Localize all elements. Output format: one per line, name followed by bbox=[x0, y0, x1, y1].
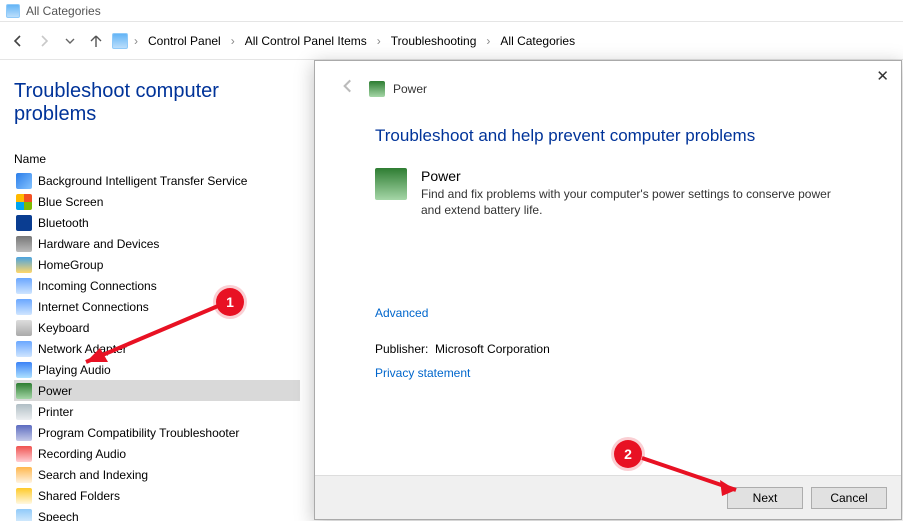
list-item-icon bbox=[16, 320, 32, 336]
list-item-icon bbox=[16, 236, 32, 252]
breadcrumb-item[interactable]: Control Panel bbox=[144, 32, 225, 50]
title-bar: All Categories bbox=[0, 0, 903, 22]
dialog-header: Power bbox=[339, 71, 877, 114]
list-item-icon bbox=[16, 257, 32, 273]
breadcrumb-item[interactable]: All Categories bbox=[496, 32, 579, 50]
up-button[interactable] bbox=[86, 31, 106, 51]
list-item-label: Printer bbox=[38, 405, 73, 419]
next-button[interactable]: Next bbox=[727, 487, 803, 509]
app-icon bbox=[6, 4, 20, 18]
publisher-row: Publisher: Microsoft Corporation bbox=[375, 342, 851, 356]
list-item-label: Hardware and Devices bbox=[38, 237, 159, 251]
list-item[interactable]: Shared Folders bbox=[14, 485, 300, 506]
privacy-statement-link[interactable]: Privacy statement bbox=[375, 366, 470, 380]
list-item-icon bbox=[16, 446, 32, 462]
list-item-icon bbox=[16, 173, 32, 189]
publisher-label: Publisher: bbox=[375, 342, 428, 356]
list-item-label: Shared Folders bbox=[38, 489, 120, 503]
list-item[interactable]: Printer bbox=[14, 401, 300, 422]
list-item-icon bbox=[16, 467, 32, 483]
column-header-name[interactable]: Name bbox=[14, 152, 300, 166]
list-item[interactable]: Network Adapter bbox=[14, 338, 300, 359]
dialog-footer: Next Cancel bbox=[315, 475, 901, 519]
main-area: Troubleshoot computer problems Name Back… bbox=[0, 60, 903, 521]
list-item[interactable]: Speech bbox=[14, 506, 300, 521]
chevron-right-icon[interactable]: › bbox=[375, 34, 383, 48]
troubleshooter-wizard-dialog: ✕ Power Troubleshoot and help prevent co… bbox=[314, 60, 902, 520]
list-item-label: Blue Screen bbox=[38, 195, 103, 209]
list-item[interactable]: Search and Indexing bbox=[14, 464, 300, 485]
list-item-label: Speech bbox=[38, 510, 79, 521]
chevron-right-icon[interactable]: › bbox=[132, 34, 140, 48]
list-item-icon bbox=[16, 341, 32, 357]
list-item[interactable]: Internet Connections bbox=[14, 296, 300, 317]
dialog-heading: Troubleshoot and help prevent computer p… bbox=[375, 126, 851, 146]
breadcrumb-item[interactable]: Troubleshooting bbox=[387, 32, 481, 50]
list-item[interactable]: Power bbox=[14, 380, 300, 401]
recent-locations-chevron-icon[interactable] bbox=[60, 31, 80, 51]
list-item[interactable]: Recording Audio bbox=[14, 443, 300, 464]
list-item-label: Keyboard bbox=[38, 321, 89, 335]
list-item-icon bbox=[16, 404, 32, 420]
list-item[interactable]: Hardware and Devices bbox=[14, 233, 300, 254]
list-item[interactable]: Bluetooth bbox=[14, 212, 300, 233]
troubleshooter-description: Find and fix problems with your computer… bbox=[421, 186, 851, 218]
annotation-callout-1: 1 bbox=[216, 288, 244, 316]
list-item[interactable]: Keyboard bbox=[14, 317, 300, 338]
back-button[interactable] bbox=[8, 31, 28, 51]
forward-button[interactable] bbox=[34, 31, 54, 51]
list-item-label: Playing Audio bbox=[38, 363, 111, 377]
list-item[interactable]: HomeGroup bbox=[14, 254, 300, 275]
list-item-label: Internet Connections bbox=[38, 300, 149, 314]
list-item-label: Bluetooth bbox=[38, 216, 89, 230]
breadcrumb-item[interactable]: All Control Panel Items bbox=[241, 32, 371, 50]
power-icon bbox=[369, 81, 385, 97]
list-item-icon bbox=[16, 299, 32, 315]
chevron-right-icon[interactable]: › bbox=[229, 34, 237, 48]
list-item[interactable]: Program Compatibility Troubleshooter bbox=[14, 422, 300, 443]
list-item-label: Incoming Connections bbox=[38, 279, 157, 293]
troubleshooter-list: Background Intelligent Transfer Service B… bbox=[14, 170, 300, 521]
list-item-icon bbox=[16, 194, 32, 210]
list-item-icon bbox=[16, 509, 32, 521]
window-title: All Categories bbox=[26, 4, 101, 18]
publisher-value: Microsoft Corporation bbox=[435, 342, 550, 356]
troubleshooter-list-panel: Troubleshoot computer problems Name Back… bbox=[0, 60, 310, 521]
list-item[interactable]: Incoming Connections bbox=[14, 275, 300, 296]
advanced-link[interactable]: Advanced bbox=[375, 306, 428, 320]
breadcrumb-icon bbox=[112, 33, 128, 49]
cancel-button[interactable]: Cancel bbox=[811, 487, 887, 509]
dialog-title: Power bbox=[393, 82, 427, 96]
breadcrumb[interactable]: › Control Panel › All Control Panel Item… bbox=[112, 32, 579, 50]
troubleshooter-summary: Power Find and fix problems with your co… bbox=[375, 168, 851, 218]
list-item[interactable]: Background Intelligent Transfer Service bbox=[14, 170, 300, 191]
list-item-icon bbox=[16, 425, 32, 441]
troubleshooter-title: Power bbox=[421, 168, 851, 184]
list-item-label: Search and Indexing bbox=[38, 468, 148, 482]
list-item-label: Recording Audio bbox=[38, 447, 126, 461]
list-item-label: Network Adapter bbox=[38, 342, 127, 356]
list-item-label: Power bbox=[38, 384, 72, 398]
dialog-back-button[interactable] bbox=[339, 77, 357, 100]
list-item[interactable]: Playing Audio bbox=[14, 359, 300, 380]
list-item-icon bbox=[16, 488, 32, 504]
power-large-icon bbox=[375, 168, 407, 200]
list-item-label: HomeGroup bbox=[38, 258, 103, 272]
list-item-icon bbox=[16, 215, 32, 231]
list-item-icon bbox=[16, 362, 32, 378]
list-item-icon bbox=[16, 278, 32, 294]
page-title: Troubleshoot computer problems bbox=[14, 80, 300, 126]
list-item-icon bbox=[16, 383, 32, 399]
list-item-label: Background Intelligent Transfer Service bbox=[38, 174, 247, 188]
list-item[interactable]: Blue Screen bbox=[14, 191, 300, 212]
nav-bar: › Control Panel › All Control Panel Item… bbox=[0, 22, 903, 60]
chevron-right-icon[interactable]: › bbox=[484, 34, 492, 48]
annotation-callout-2: 2 bbox=[614, 440, 642, 468]
list-item-label: Program Compatibility Troubleshooter bbox=[38, 426, 239, 440]
